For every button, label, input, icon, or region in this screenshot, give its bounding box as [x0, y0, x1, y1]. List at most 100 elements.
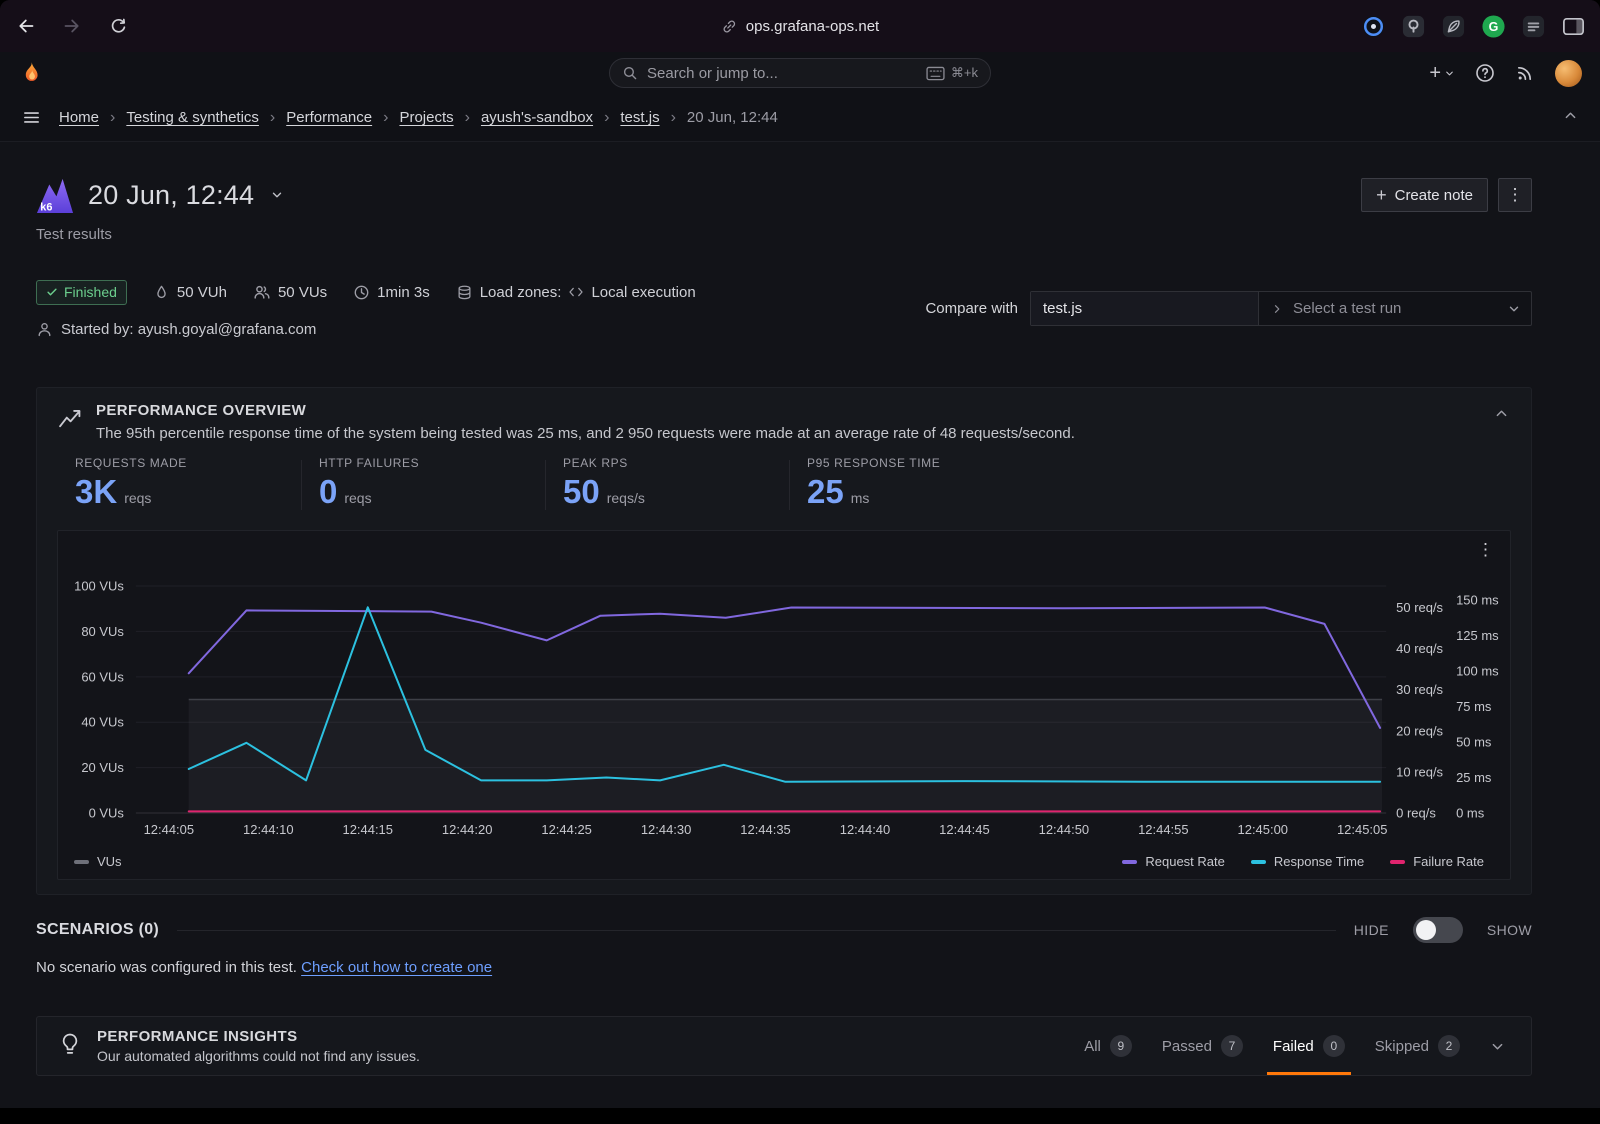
browser-reload-button[interactable]: [106, 14, 130, 38]
search-input[interactable]: Search or jump to... ⌘+k: [609, 58, 991, 88]
scenarios-section: SCENARIOS (0) HIDE SHOW: [36, 917, 1532, 943]
tab-skipped[interactable]: Skipped 2: [1375, 1017, 1460, 1075]
breadcrumb-item-testing[interactable]: Testing & synthetics: [126, 109, 259, 126]
collapse-panel-button[interactable]: [1494, 406, 1509, 426]
chevron-up-icon: [1494, 406, 1509, 421]
chart-menu-button[interactable]: ⋮: [1477, 541, 1494, 558]
create-note-button[interactable]: + Create note: [1361, 178, 1488, 212]
chevron-right-icon: ›: [671, 110, 676, 126]
run-picker-chevron[interactable]: [270, 188, 284, 207]
stat-unit: reqs/s: [607, 490, 645, 506]
url-text: ops.grafana-ops.net: [746, 18, 879, 35]
y-axis-label-ms: 50 ms: [1456, 735, 1492, 750]
extension-icon-feather[interactable]: [1441, 14, 1466, 39]
collapse-header-button[interactable]: [1563, 108, 1578, 128]
person-icon: [36, 321, 53, 338]
stat-http-failures: HTTP FAILURES 0reqs: [301, 456, 545, 514]
divider: [177, 930, 1336, 931]
chevron-right-icon: ›: [110, 110, 115, 126]
grafana-logo[interactable]: [18, 60, 45, 87]
x-axis-label: 12:44:15: [342, 822, 393, 837]
stat-peak-rps: PEAK RPS 50reqs/s: [545, 456, 789, 514]
y-axis-label-ms: 25 ms: [1456, 770, 1492, 785]
create-scenario-link[interactable]: Check out how to create one: [301, 959, 492, 976]
y-axis-label-ms: 100 ms: [1456, 664, 1499, 679]
code-icon: [568, 284, 584, 300]
browser-sidebar-icon[interactable]: [1561, 14, 1586, 39]
extension-icon-password[interactable]: [1401, 14, 1426, 39]
expand-insights-button[interactable]: [1490, 1039, 1505, 1054]
y-axis-label-reqs: 40 req/s: [1396, 641, 1443, 656]
page-subtitle: Test results: [36, 226, 1532, 243]
browser-window: ops.grafana-ops.net G: [0, 0, 1600, 1108]
scenarios-toggle[interactable]: [1413, 917, 1463, 943]
y-axis-label-reqs: 30 req/s: [1396, 682, 1443, 697]
y-axis-label-reqs: 20 req/s: [1396, 723, 1443, 738]
compare-run-select[interactable]: test.js Select a test run: [1030, 291, 1532, 326]
header-actions: +: [1429, 60, 1582, 87]
arrow-right-icon: [62, 16, 82, 36]
x-axis-label: 12:44:10: [243, 822, 294, 837]
add-button[interactable]: +: [1429, 63, 1455, 83]
y-axis-label-reqs: 50 req/s: [1396, 600, 1443, 615]
tab-count-badge: 2: [1438, 1035, 1460, 1057]
chart-legend-right: Request Rate Response Time Failure Rate: [1122, 854, 1484, 869]
breadcrumb-item-project[interactable]: ayush's-sandbox: [481, 109, 593, 126]
droplet-icon: [153, 284, 170, 301]
show-label[interactable]: SHOW: [1487, 922, 1532, 938]
main-content: k6 20 Jun, 12:44 + Create note ⋮ Test re…: [0, 142, 1600, 1108]
arrow-left-icon: [16, 16, 36, 36]
extension-icon-notes[interactable]: [1521, 14, 1546, 39]
tab-passed[interactable]: Passed 7: [1162, 1017, 1243, 1075]
breadcrumb: Home › Testing & synthetics › Performanc…: [59, 109, 778, 126]
stat-value: 3K: [75, 475, 117, 508]
extension-icon-grammarly[interactable]: G: [1481, 14, 1506, 39]
breadcrumb-item-projects[interactable]: Projects: [399, 109, 453, 126]
insights-title: PERFORMANCE INSIGHTS: [97, 1028, 420, 1045]
browser-forward-button[interactable]: [60, 14, 84, 38]
load-zones: Load zones: Local execution: [456, 284, 696, 301]
y-axis-label-reqs: 10 req/s: [1396, 764, 1443, 779]
x-axis-label: 12:45:05: [1337, 822, 1388, 837]
y-axis-label-vus: 60 VUs: [81, 669, 124, 684]
y-axis-label-ms: 150 ms: [1456, 593, 1499, 608]
extension-icon-blue[interactable]: [1361, 14, 1386, 39]
overview-header: PERFORMANCE OVERVIEW The 95th percentile…: [57, 402, 1511, 442]
tab-failed[interactable]: Failed 0: [1273, 1017, 1345, 1075]
scenarios-title: SCENARIOS (0): [36, 921, 159, 939]
tab-count-badge: 9: [1110, 1035, 1132, 1057]
chart-panel: 0 VUs20 VUs40 VUs60 VUs80 VUs100 VUs0 re…: [57, 530, 1511, 880]
chart-legend-left: VUs: [74, 854, 122, 869]
legend-item-vus[interactable]: VUs: [74, 854, 122, 869]
more-options-button[interactable]: ⋮: [1498, 178, 1532, 212]
browser-back-button[interactable]: [14, 14, 38, 38]
chevron-down-icon: [1507, 302, 1521, 316]
legend-item-request-rate[interactable]: Request Rate: [1122, 854, 1225, 869]
chevron-down-icon: [1444, 68, 1455, 79]
lightbulb-icon: [57, 1031, 83, 1062]
overview-stats: REQUESTS MADE 3Kreqs HTTP FAILURES 0reqs…: [57, 456, 1511, 514]
legend-item-failure-rate[interactable]: Failure Rate: [1390, 854, 1484, 869]
stat-value: 25: [807, 475, 844, 508]
hide-label[interactable]: HIDE: [1354, 922, 1389, 938]
address-bar[interactable]: ops.grafana-ops.net: [721, 18, 879, 35]
breadcrumb-item-test[interactable]: test.js: [620, 109, 659, 126]
user-avatar[interactable]: [1555, 60, 1582, 87]
tab-count-badge: 0: [1323, 1035, 1345, 1057]
menu-toggle[interactable]: [22, 108, 41, 127]
breadcrumb-item-performance[interactable]: Performance: [286, 109, 372, 126]
duration-metric: 1min 3s: [353, 284, 430, 301]
page-title: 20 Jun, 12:44: [88, 180, 254, 211]
svg-text:G: G: [1489, 19, 1499, 33]
breadcrumb-item-home[interactable]: Home: [59, 109, 99, 126]
compare-test-name[interactable]: test.js: [1031, 292, 1259, 325]
help-button[interactable]: [1475, 63, 1495, 83]
kebab-icon: ⋮: [1507, 185, 1524, 205]
performance-insights-panel: PERFORMANCE INSIGHTS Our automated algor…: [36, 1016, 1532, 1076]
x-axis-label: 12:44:55: [1138, 822, 1189, 837]
chevron-right-icon: [1271, 303, 1283, 315]
legend-item-response-time[interactable]: Response Time: [1251, 854, 1364, 869]
tab-all[interactable]: All 9: [1084, 1017, 1132, 1075]
run-status-section: Finished 50 VUh 50 VUs 1min 3s Load zone…: [36, 279, 1532, 357]
news-button[interactable]: [1515, 63, 1535, 83]
